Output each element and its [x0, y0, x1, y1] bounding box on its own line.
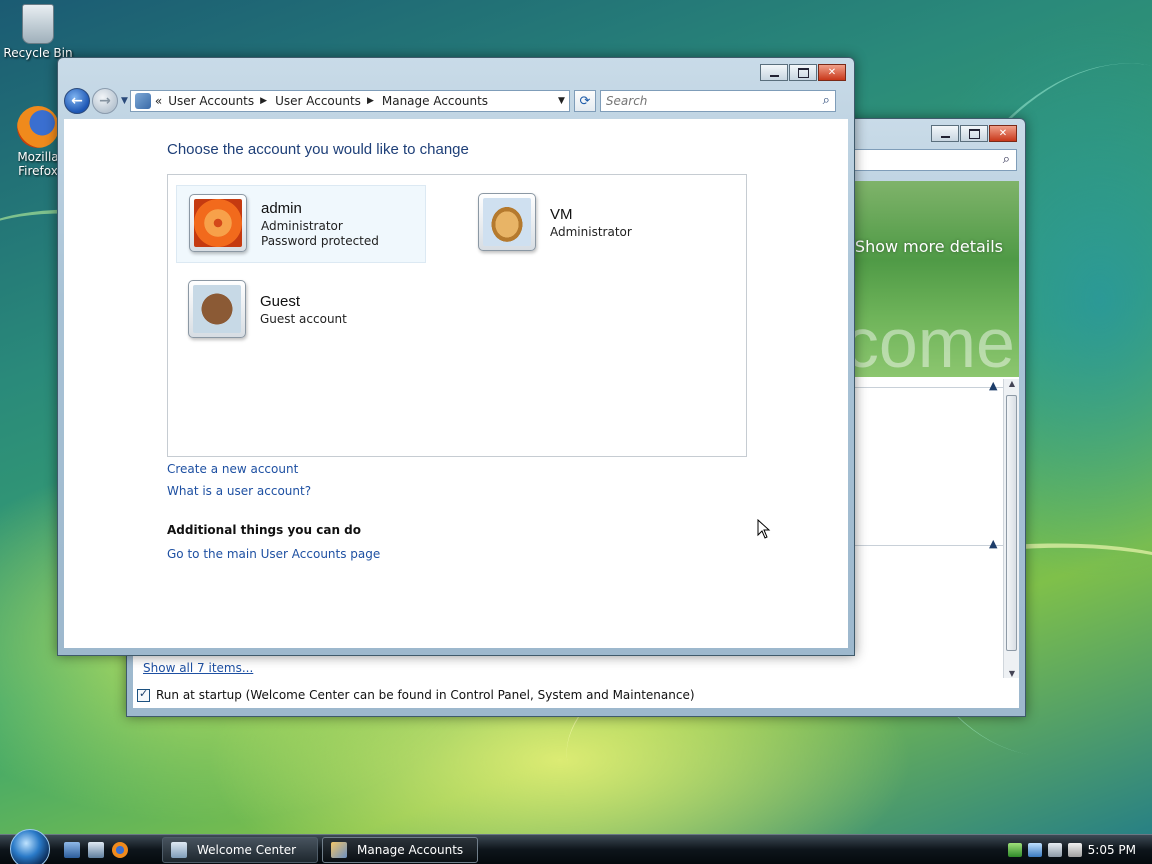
show-more-details-link[interactable]: ➜Show more details — [838, 237, 1004, 256]
run-at-startup-label: Run at startup (Welcome Center can be fo… — [156, 688, 695, 702]
window-controls: ✕ — [760, 64, 846, 81]
taskbar: Welcome Center Manage Accounts 5:05 PM — [0, 829, 1152, 864]
run-at-startup-option[interactable]: Run at startup (Welcome Center can be fo… — [137, 687, 695, 702]
address-dropdown-icon[interactable]: ▼ — [558, 96, 565, 106]
taskbar-item-manage-accounts[interactable]: Manage Accounts — [322, 837, 478, 863]
breadcrumb-item[interactable]: User Accounts — [275, 94, 361, 108]
breadcrumb-item[interactable]: User Accounts — [168, 94, 254, 108]
account-guest[interactable]: Guest Guest account — [176, 272, 426, 350]
search-input[interactable] — [600, 91, 801, 111]
welcome-center-icon — [171, 842, 187, 858]
close-button[interactable]: ✕ — [989, 125, 1017, 142]
account-name: admin — [261, 200, 302, 217]
breadcrumb-overflow[interactable]: « — [155, 94, 162, 108]
account-type: Administrator — [550, 225, 632, 239]
account-name: VM — [550, 206, 573, 223]
search-box[interactable]: ⌕ — [599, 90, 836, 112]
maximize-button[interactable] — [789, 64, 817, 81]
show-all-items-link[interactable]: Show all 7 items... — [143, 661, 253, 675]
scroll-up-arrow-icon[interactable]: ▲ — [1004, 379, 1020, 388]
volume-muted-icon[interactable] — [1067, 843, 1082, 857]
show-desktop-icon[interactable] — [64, 842, 80, 858]
search-input[interactable]: ⌕ — [827, 149, 1017, 171]
flower-icon — [194, 199, 242, 247]
breadcrumb-item[interactable]: Manage Accounts — [382, 94, 488, 108]
divider — [855, 387, 1003, 388]
scrollbar-thumb[interactable] — [1006, 395, 1017, 651]
briefcase-icon — [193, 285, 241, 333]
account-status: Password protected — [261, 234, 379, 248]
security-center-icon[interactable] — [1007, 843, 1022, 857]
avatar — [478, 193, 536, 251]
back-button[interactable]: ← — [64, 88, 90, 114]
minimize-button[interactable] — [760, 64, 788, 81]
account-admin[interactable]: admin Administrator Password protected — [176, 185, 426, 263]
account-type: Administrator — [261, 219, 343, 233]
maximize-button[interactable] — [960, 125, 988, 142]
manage-accounts-window[interactable]: ✕ ← → ▼ « User Accounts ▶ User Accounts … — [57, 57, 855, 656]
divider — [855, 545, 1003, 546]
start-button[interactable] — [10, 829, 50, 864]
additional-things-heading: Additional things you can do — [167, 523, 362, 537]
run-at-startup-checkbox[interactable] — [137, 687, 150, 702]
user-accounts-icon — [331, 842, 347, 858]
account-name: Guest — [260, 293, 301, 310]
recycle-bin-icon — [22, 4, 54, 44]
switch-windows-icon[interactable] — [88, 842, 104, 858]
display-icon[interactable] — [1047, 843, 1062, 857]
taskbar-item-welcome-center[interactable]: Welcome Center — [162, 837, 318, 863]
minimize-button[interactable] — [931, 125, 959, 142]
firefox-icon[interactable] — [112, 842, 128, 858]
navigation-bar: ← → ▼ « User Accounts ▶ User Accounts ▶ … — [64, 86, 848, 116]
chevron-up-icon[interactable]: ▲ — [989, 379, 997, 392]
forward-button[interactable]: → — [92, 88, 118, 114]
dog-icon — [483, 198, 531, 246]
avatar — [188, 280, 246, 338]
account-type: Guest account — [260, 312, 347, 326]
chevron-up-icon[interactable]: ▲ — [989, 537, 997, 550]
account-vm[interactable]: VM Administrator — [466, 185, 716, 263]
page-title: Choose the account you would like to cha… — [167, 141, 469, 158]
clock[interactable]: 5:05 PM — [1088, 843, 1136, 857]
vertical-scrollbar[interactable]: ▲ ▼ — [1003, 379, 1019, 678]
control-panel-icon — [134, 93, 151, 109]
breadcrumb-arrow-icon[interactable]: ▶ — [367, 96, 374, 106]
window-controls: ✕ — [931, 125, 1017, 142]
desktop-icon-recycle-bin[interactable]: Recycle Bin — [0, 4, 76, 60]
mouse-cursor-icon — [757, 519, 771, 539]
network-icon[interactable] — [1027, 843, 1042, 857]
firefox-icon — [17, 106, 59, 148]
breadcrumb-arrow-icon[interactable]: ▶ — [260, 96, 267, 106]
address-bar[interactable]: « User Accounts ▶ User Accounts ▶ Manage… — [129, 90, 570, 112]
content-pane: Choose the account you would like to cha… — [64, 119, 848, 648]
avatar — [189, 194, 247, 252]
search-icon[interactable]: ⌕ — [823, 93, 830, 108]
system-tray: 5:05 PM — [996, 835, 1152, 864]
accounts-list: admin Administrator Password protected V… — [167, 174, 747, 457]
close-button[interactable]: ✕ — [818, 64, 846, 81]
main-user-accounts-link[interactable]: Go to the main User Accounts page — [167, 547, 380, 561]
recent-pages-dropdown[interactable]: ▼ — [121, 96, 128, 106]
what-is-user-account-link[interactable]: What is a user account? — [167, 484, 311, 498]
scroll-down-arrow-icon[interactable]: ▼ — [1004, 669, 1020, 678]
refresh-button[interactable]: ⟳ — [573, 90, 596, 112]
search-icon: ⌕ — [1002, 152, 1010, 167]
create-account-link[interactable]: Create a new account — [167, 462, 298, 476]
